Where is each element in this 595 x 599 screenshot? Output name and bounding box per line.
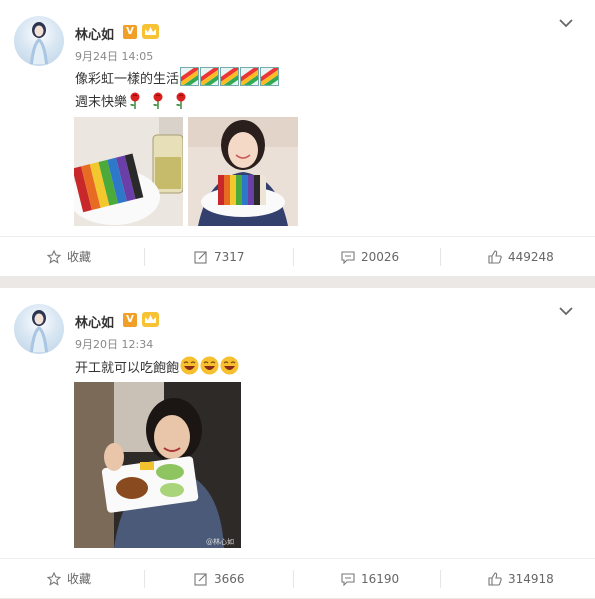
rainbow-icon <box>240 67 260 86</box>
chevron-down-icon[interactable] <box>559 18 573 28</box>
rainbow-icon <box>220 67 240 86</box>
star-icon <box>46 571 62 586</box>
favorite-button[interactable]: 收藏 <box>46 237 92 277</box>
avatar[interactable] <box>14 304 64 354</box>
chevron-down-icon[interactable] <box>559 306 573 316</box>
comment-button[interactable]: 20026 <box>341 237 399 277</box>
like-button[interactable]: 314918 <box>488 559 554 599</box>
thumbs-up-icon <box>488 572 502 586</box>
divider <box>144 248 145 266</box>
author-name[interactable]: 林心如 <box>75 24 114 43</box>
post-timestamp[interactable]: 9月24日 14:05 <box>75 48 153 64</box>
action-bar: 收藏 3666 16190 314918 <box>0 558 595 599</box>
post-text-line: 像彩虹一樣的生活 <box>75 67 280 87</box>
verified-badge: V <box>123 313 137 327</box>
rose-icon <box>153 92 163 109</box>
laugh-icon <box>220 356 239 375</box>
repost-icon <box>194 573 207 586</box>
repost-count: 3666 <box>214 572 245 586</box>
photo-watermark: @林心如 <box>206 537 234 546</box>
action-bar: 收藏 7317 20026 449248 <box>0 236 595 277</box>
post-text: 像彩虹一樣的生活 <box>75 72 180 87</box>
repost-button[interactable]: 3666 <box>194 559 245 599</box>
divider <box>293 248 294 266</box>
like-button[interactable]: 449248 <box>488 237 554 277</box>
comment-count: 20026 <box>361 250 400 264</box>
favorite-button[interactable]: 收藏 <box>46 559 92 599</box>
like-count: 314918 <box>508 572 554 586</box>
post-photo[interactable]: @林心如 <box>74 382 241 548</box>
comment-icon <box>341 251 355 265</box>
weibo-post-card: 林心如 V 9月24日 14:05 像彩虹一樣的生活 週末快樂 收藏 7317 … <box>0 0 595 276</box>
comment-count: 16190 <box>361 572 400 586</box>
divider <box>144 570 145 588</box>
comment-button[interactable]: 16190 <box>341 559 399 599</box>
post-text-line: 週末快樂 <box>75 91 189 110</box>
comment-icon <box>341 573 355 587</box>
verified-badge: V <box>123 25 137 39</box>
favorite-label: 收藏 <box>67 250 92 264</box>
rainbow-icon <box>260 67 280 86</box>
repost-icon <box>194 251 207 264</box>
post-photo[interactable] <box>188 117 298 226</box>
divider <box>293 570 294 588</box>
rainbow-icon <box>180 67 200 86</box>
rose-icon <box>130 92 140 109</box>
post-text-line: 开工就可以吃飽飽 <box>75 356 239 376</box>
member-crown-icon <box>142 24 159 39</box>
star-icon <box>46 249 62 264</box>
post-photo[interactable] <box>74 117 183 226</box>
rose-icon <box>176 92 186 109</box>
author-name[interactable]: 林心如 <box>75 312 114 331</box>
post-timestamp[interactable]: 9月20日 12:34 <box>75 336 153 352</box>
member-crown-icon <box>142 312 159 327</box>
weibo-post-card: 林心如 V 9月20日 12:34 开工就可以吃飽飽 @林心如 收藏 3666 … <box>0 288 595 598</box>
post-text: 开工就可以吃飽飽 <box>75 361 180 376</box>
repost-button[interactable]: 7317 <box>194 237 245 277</box>
avatar[interactable] <box>14 16 64 66</box>
rainbow-icon <box>200 67 220 86</box>
post-text: 週末快樂 <box>75 95 128 110</box>
repost-count: 7317 <box>214 250 245 264</box>
divider <box>440 570 441 588</box>
divider <box>440 248 441 266</box>
favorite-label: 收藏 <box>67 572 92 586</box>
thumbs-up-icon <box>488 250 502 264</box>
laugh-icon <box>180 356 199 375</box>
like-count: 449248 <box>508 250 554 264</box>
laugh-icon <box>200 356 219 375</box>
